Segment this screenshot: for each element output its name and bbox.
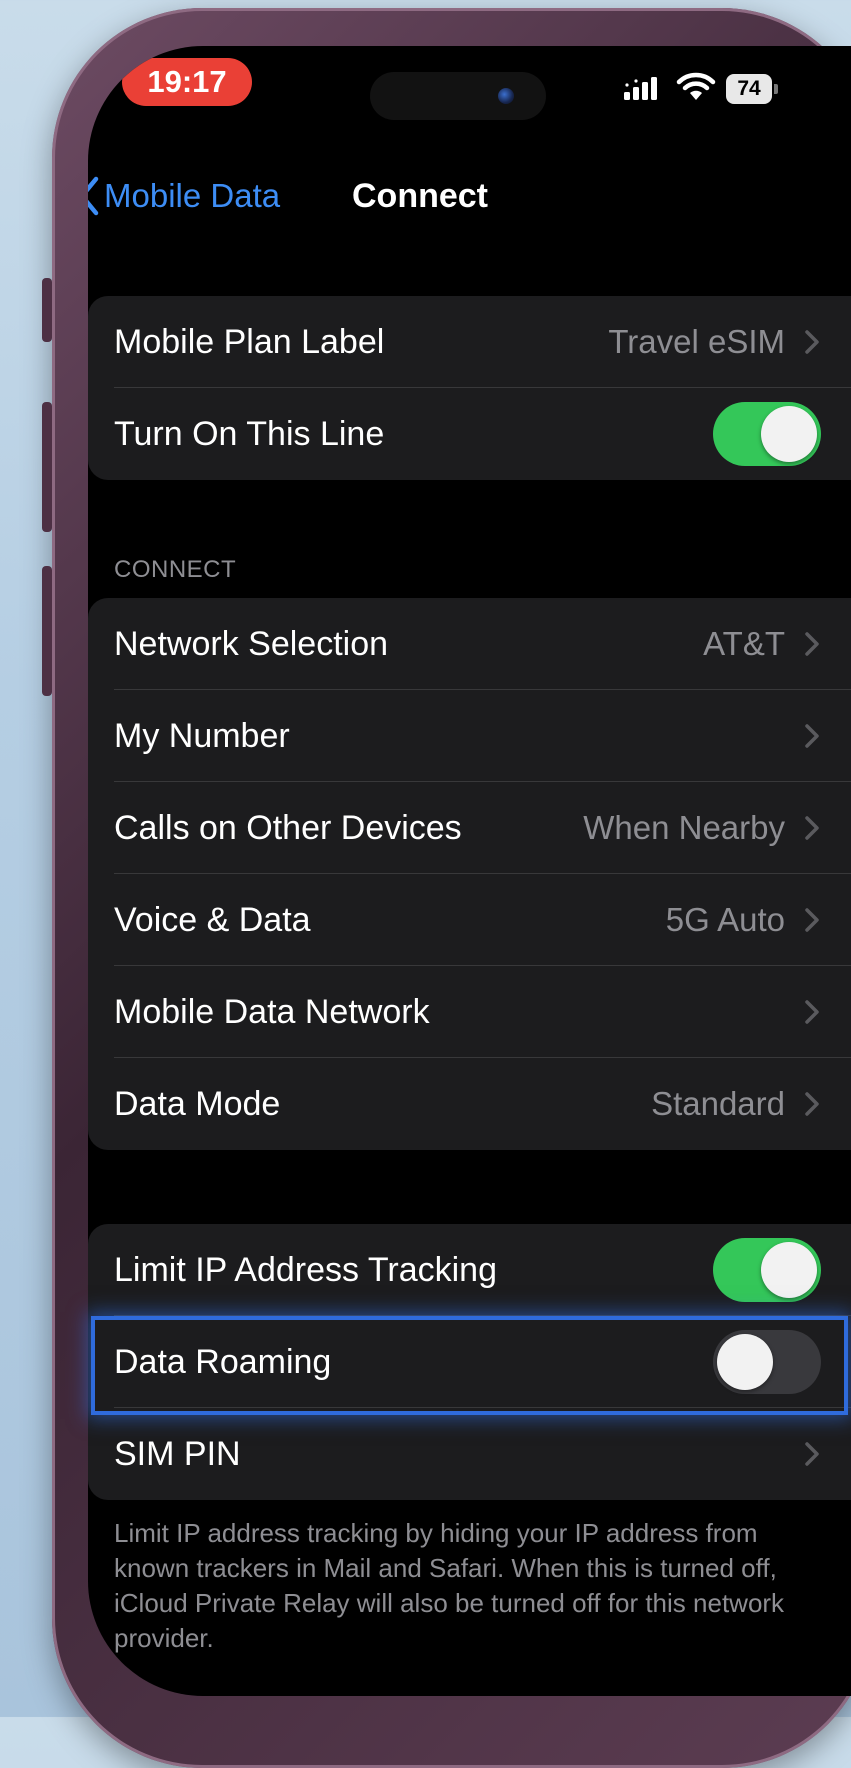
my-number-row[interactable]: My Number	[88, 690, 851, 782]
data-roaming-toggle[interactable]	[713, 1330, 821, 1394]
limit-ip-tracking-row: Limit IP Address Tracking	[88, 1224, 851, 1316]
row-value: When Nearby	[583, 809, 785, 846]
row-label: Mobile Plan Label	[114, 323, 385, 361]
battery-cap	[774, 84, 778, 94]
back-button[interactable]: Mobile Data	[88, 156, 280, 236]
network-selection-row[interactable]: Network Selection AT&T	[88, 598, 851, 690]
mobile-plan-label-row[interactable]: Mobile Plan Label Travel eSIM	[88, 296, 851, 388]
row-label: My Number	[114, 717, 290, 755]
chevron-right-icon	[805, 330, 819, 354]
chevron-left-icon	[88, 176, 99, 216]
status-icons: 74	[618, 72, 848, 108]
plan-group: Mobile Plan Label Travel eSIM Turn On Th…	[88, 296, 851, 480]
battery-icon: 74	[726, 74, 772, 104]
navigation-bar: Mobile Data Connect	[88, 156, 851, 236]
turn-on-this-line-row: Turn On This Line	[88, 388, 851, 480]
row-label: Voice & Data	[114, 901, 311, 939]
mobile-data-network-row[interactable]: Mobile Data Network	[88, 966, 851, 1058]
page-title: Connect	[352, 177, 488, 215]
connect-group: Network Selection AT&T My Number Calls o…	[88, 598, 851, 1150]
row-label: Calls on Other Devices	[114, 809, 462, 847]
front-camera-icon	[498, 88, 514, 104]
row-value: Travel eSIM	[608, 323, 785, 360]
turn-on-line-toggle[interactable]	[713, 402, 821, 466]
back-button-label: Mobile Data	[104, 177, 281, 214]
row-value: Standard	[651, 1085, 785, 1122]
row-label: Data Roaming	[114, 1343, 332, 1381]
volume-down-button	[42, 566, 52, 696]
row-label: Turn On This Line	[114, 415, 385, 453]
voice-and-data-row[interactable]: Voice & Data 5G Auto	[88, 874, 851, 966]
action-button	[42, 278, 52, 342]
volume-up-button	[42, 402, 52, 532]
row-value: AT&T	[703, 625, 785, 662]
row-value: 5G Auto	[665, 901, 785, 938]
section-header-connect: CONNECT	[114, 556, 237, 583]
toggle-knob	[761, 406, 817, 462]
cellular-signal-icon	[624, 77, 657, 100]
chevron-right-icon	[805, 1442, 819, 1466]
data-roaming-row: Data Roaming	[88, 1316, 851, 1408]
row-label: Limit IP Address Tracking	[114, 1251, 497, 1289]
data-mode-row[interactable]: Data Mode Standard	[88, 1058, 851, 1150]
chevron-right-icon	[805, 1000, 819, 1024]
chevron-right-icon	[805, 816, 819, 840]
privacy-roaming-group: Limit IP Address Tracking Data Roaming S…	[88, 1224, 851, 1500]
limit-ip-tracking-toggle[interactable]	[713, 1238, 821, 1302]
row-label: Network Selection	[114, 625, 389, 663]
row-label: Data Mode	[114, 1085, 281, 1123]
phone-screen: 19:17 74 Mobile Data Connect Mobile Plan…	[88, 46, 851, 1696]
dynamic-island	[370, 72, 546, 120]
toggle-knob	[717, 1334, 773, 1390]
wifi-icon	[676, 72, 716, 100]
footer-note: Limit IP address tracking by hiding your…	[114, 1518, 785, 1653]
sim-pin-row[interactable]: SIM PIN	[88, 1408, 851, 1500]
chevron-right-icon	[805, 908, 819, 932]
calls-on-other-devices-row[interactable]: Calls on Other Devices When Nearby	[88, 782, 851, 874]
chevron-right-icon	[805, 724, 819, 748]
status-bar: 19:17 74	[88, 46, 851, 146]
row-label: Mobile Data Network	[114, 993, 430, 1031]
status-time[interactable]: 19:17	[122, 58, 252, 106]
row-label: SIM PIN	[114, 1435, 241, 1473]
chevron-right-icon	[805, 1092, 819, 1116]
chevron-right-icon	[805, 632, 819, 656]
toggle-knob	[761, 1242, 817, 1298]
